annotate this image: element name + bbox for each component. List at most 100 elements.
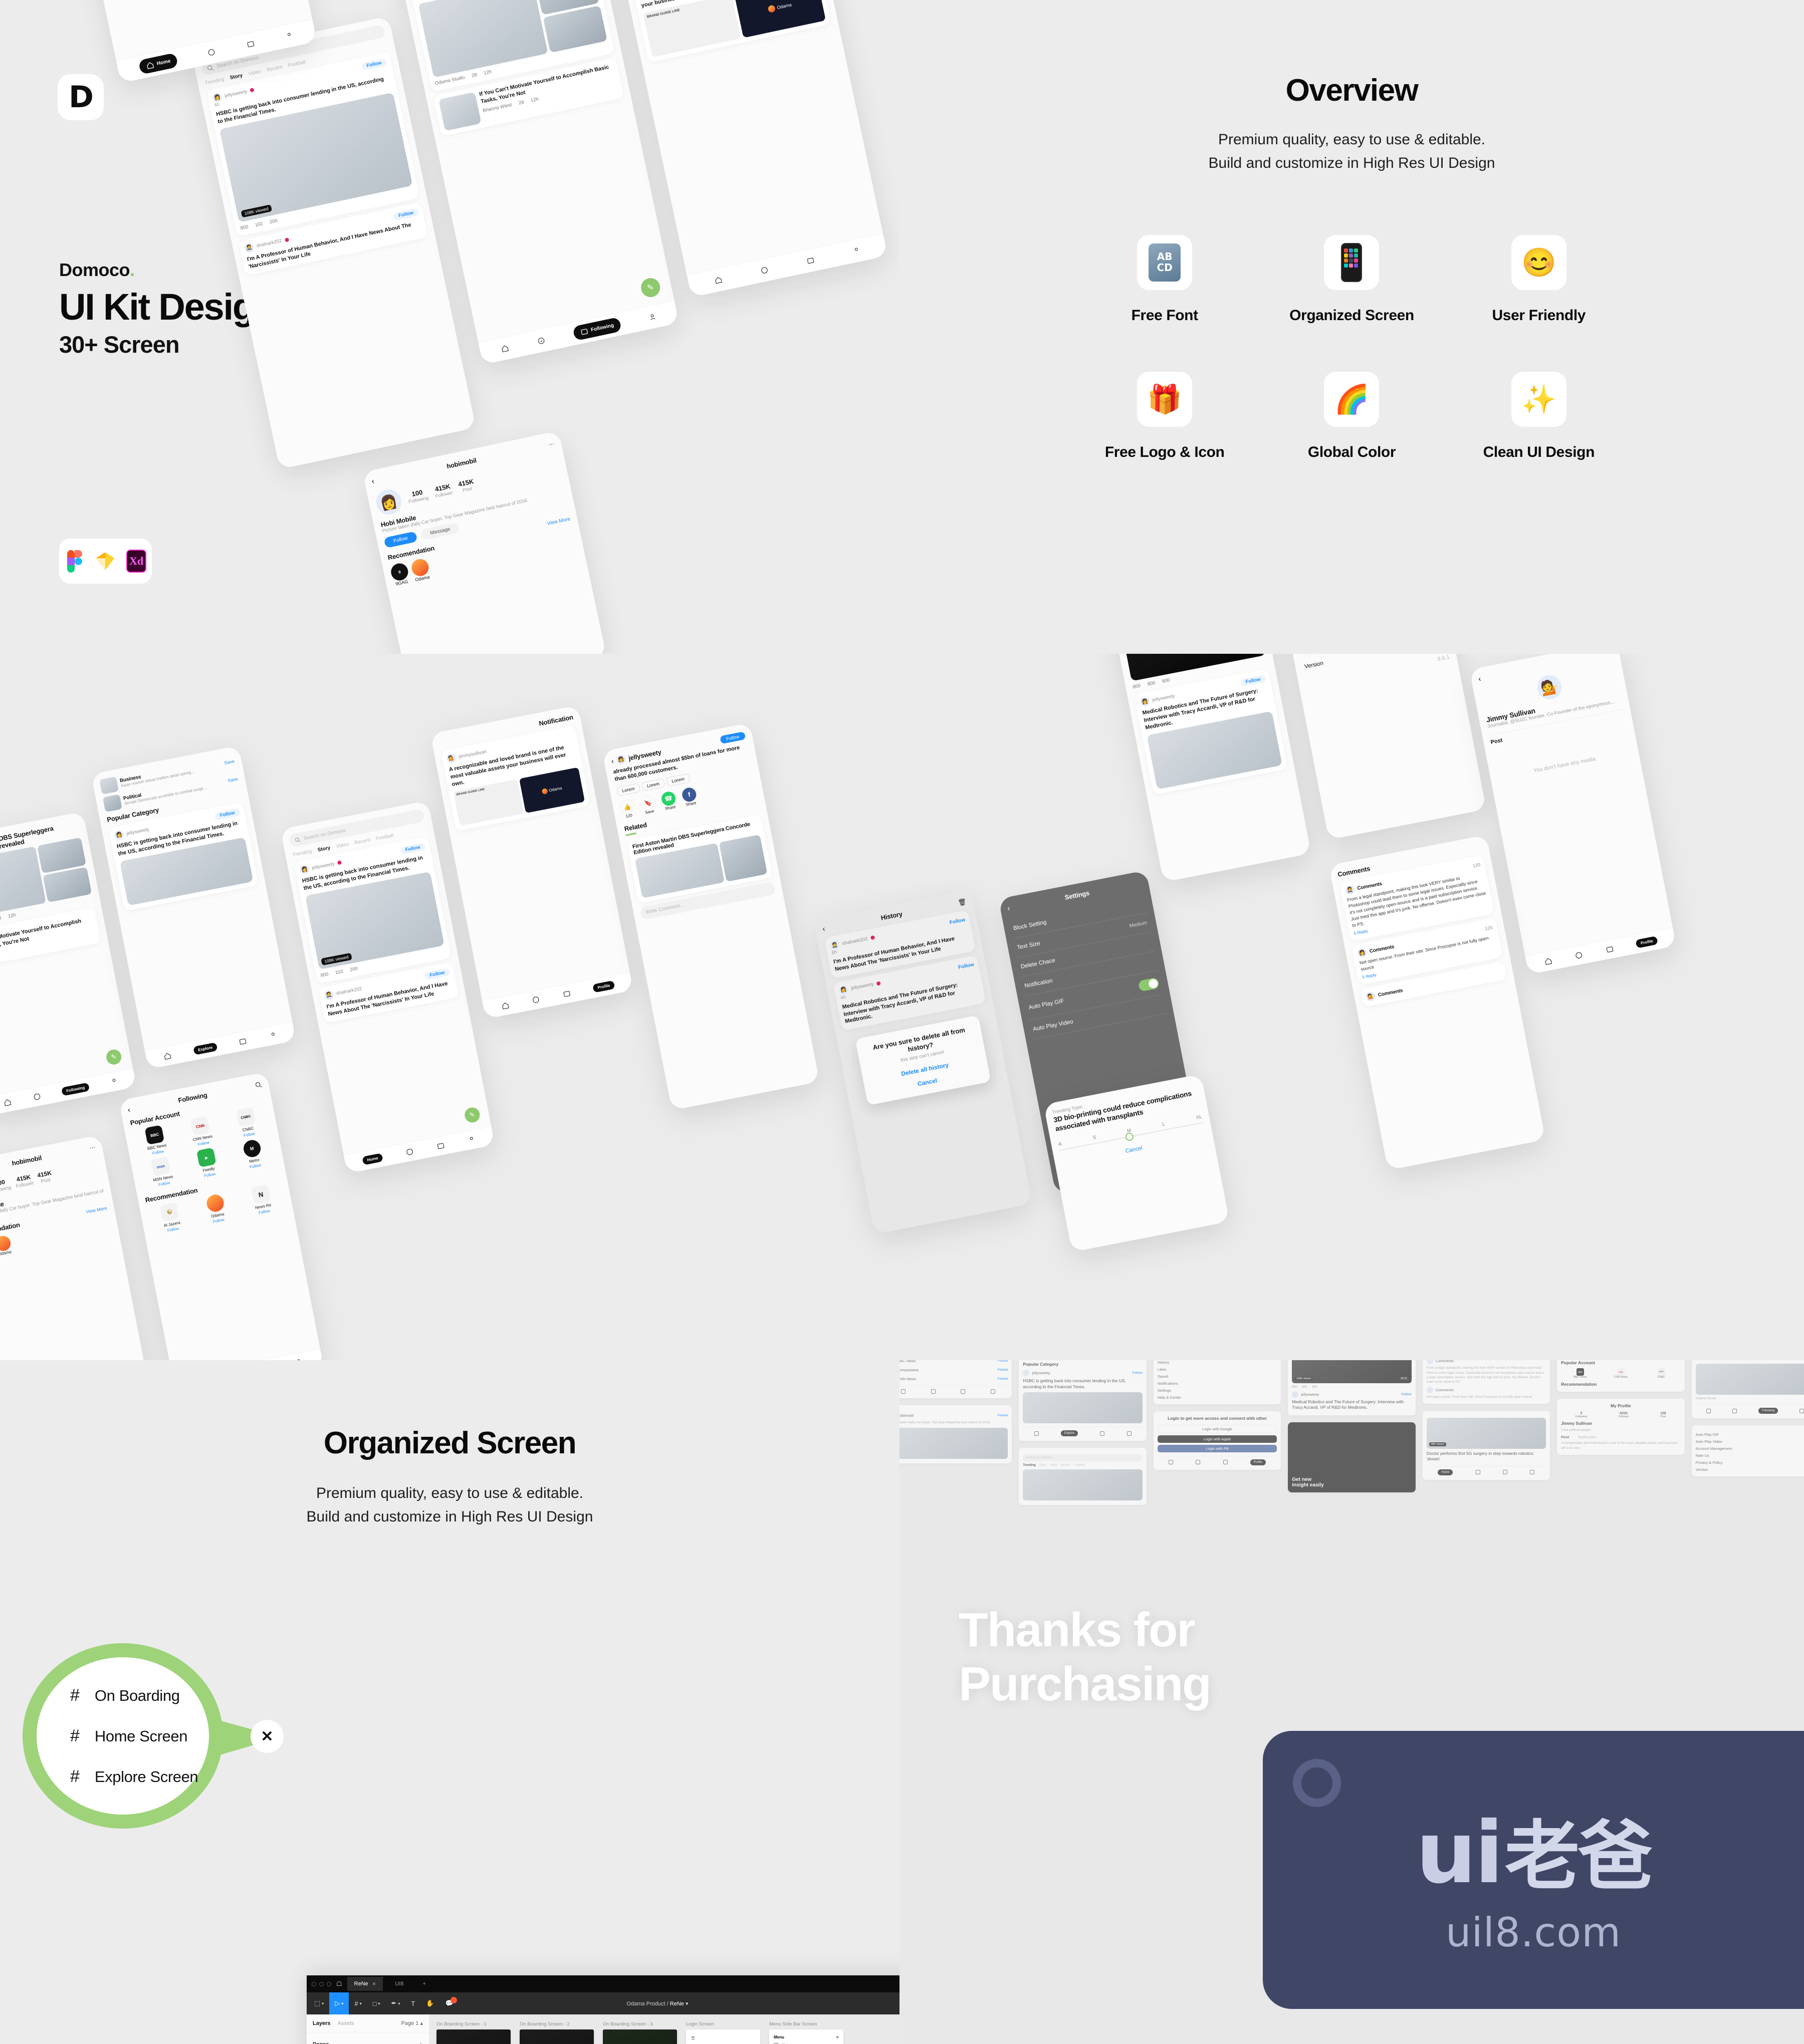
profile-icon[interactable]: [1799, 1408, 1804, 1413]
collage-tile-settings[interactable]: Auto Play GIF Auto Play Video Account Ma…: [1691, 1425, 1804, 1477]
comment-count[interactable]: 800: [1302, 1386, 1307, 1389]
tag-chip[interactable]: Lorem: [641, 778, 665, 792]
settings-row-rate-us[interactable]: Rate Us: [1696, 1453, 1804, 1458]
following-icon[interactable]: [246, 39, 256, 49]
home-icon[interactable]: [1706, 1408, 1711, 1413]
settings-row-account-management[interactable]: Account Management: [1696, 1446, 1804, 1451]
follow-button[interactable]: Follow: [424, 968, 450, 980]
menu-item-history[interactable]: History: [1158, 1360, 1277, 1365]
menu-item-notifications[interactable]: Notifications: [1158, 1381, 1277, 1386]
collage-tile-following-list[interactable]: ‹Following Popular Account BBCBBC News C…: [1557, 1360, 1685, 1392]
settings-row-autoplay-gif[interactable]: Auto Play GIF: [1696, 1432, 1804, 1437]
view-more-button[interactable]: View More: [86, 1205, 107, 1214]
collage-tile-home-trending[interactable]: Search on Domoco Trending Story Video Re…: [1019, 1448, 1147, 1505]
follow-button[interactable]: Follow: [998, 1377, 1008, 1381]
account-msn[interactable]: msn MSN News Follow: [138, 1154, 186, 1190]
breadcrumb-project[interactable]: Odama Product: [627, 2001, 665, 2007]
breadcrumb-file[interactable]: ReNe: [670, 2001, 684, 2007]
tab-notification[interactable]: Notification: [1578, 1435, 1597, 1439]
frame-label[interactable]: On Boarding Screen - 1: [436, 2021, 511, 2027]
close-icon[interactable]: ✕: [251, 1720, 284, 1753]
explore-icon[interactable]: [1475, 1470, 1480, 1475]
tag-chip[interactable]: Lorem: [616, 783, 640, 797]
follow-button[interactable]: Follow: [393, 208, 419, 221]
follow-button[interactable]: Follow: [152, 1149, 164, 1155]
collage-tile-onboarding[interactable]: Get new insight easily: [1288, 1422, 1416, 1492]
bottom-nav[interactable]: Profile: [1525, 927, 1677, 975]
follow-button[interactable]: Follow: [720, 731, 746, 744]
home-icon[interactable]: [1034, 1431, 1039, 1436]
follow-button[interactable]: Follow: [1240, 674, 1266, 687]
comment-count[interactable]: 102: [255, 221, 264, 228]
profile-icon[interactable]: [1530, 1470, 1535, 1475]
account-metro[interactable]: M Metro Follow: [229, 1136, 277, 1173]
account-cnn[interactable]: CNN CNN News Follow: [177, 1114, 225, 1150]
feed-post-card[interactable]: 👩 jellysweety Follow Medical Robotics an…: [1134, 668, 1288, 795]
account-row[interactable]: BBC News Follow: [899, 1360, 1008, 1364]
explore-icon[interactable]: [206, 47, 216, 57]
close-icon[interactable]: ✕: [836, 2035, 839, 2039]
tab-ui8[interactable]: UI8: [388, 1977, 410, 1991]
close-icon[interactable]: ✕: [372, 1981, 376, 1987]
save-button[interactable]: Save: [224, 758, 235, 765]
move-tool[interactable]: ⬚ ▾: [309, 1992, 329, 2014]
menu-item-saved[interactable]: Saved: [1158, 1374, 1277, 1379]
like-count[interactable]: 120: [1472, 862, 1481, 869]
tab-video[interactable]: Video: [1050, 1464, 1057, 1467]
explore-icon[interactable]: [531, 995, 541, 1005]
chevron-down-icon[interactable]: ▾: [686, 2001, 689, 2007]
menu-item-history[interactable]: History: [774, 2039, 839, 2044]
back-icon[interactable]: ‹: [127, 1106, 131, 1115]
explore-icon[interactable]: [404, 1147, 414, 1157]
tab-assets[interactable]: Assets: [337, 2020, 354, 2026]
new-tab-button[interactable]: +: [415, 1977, 432, 1991]
profile-icon[interactable]: [647, 312, 657, 322]
size-xl[interactable]: XL: [1196, 1114, 1203, 1121]
tab-football[interactable]: Football: [1074, 1464, 1084, 1467]
frame-label[interactable]: On Boarding Screen - 2: [520, 2021, 594, 2027]
share-facebook-button[interactable]: f Share: [681, 786, 699, 808]
bottom-nav[interactable]: Explore: [1023, 1427, 1143, 1437]
settings-row-autoplay-video[interactable]: Auto Play Video: [1696, 1439, 1804, 1444]
home-icon[interactable]: [500, 344, 510, 354]
canvas-frame-onboarding-3[interactable]: On Boarding Screen - 3 D Grasp the infor…: [603, 2021, 677, 2044]
follow-button[interactable]: Follow: [197, 1140, 209, 1147]
tab-video[interactable]: Video: [336, 842, 349, 850]
tab-trending[interactable]: Trending: [1023, 1464, 1035, 1467]
following-icon[interactable]: [961, 1389, 966, 1394]
menu-item-likes[interactable]: Likes: [1158, 1367, 1277, 1372]
hand-tool[interactable]: ✋: [420, 1992, 439, 2014]
explore-icon[interactable]: [1732, 1408, 1737, 1413]
tab-recent[interactable]: Recent: [1061, 1464, 1070, 1467]
home-icon[interactable]: ☖: [336, 1980, 342, 1988]
follow-button[interactable]: Follow: [1132, 1371, 1143, 1375]
collage-tile-article[interactable]: First Aston Martin DBS Superleggera Conc…: [1691, 1360, 1804, 1419]
bottom-nav[interactable]: Profile: [482, 971, 633, 1019]
nav-following-active[interactable]: Following: [572, 317, 622, 341]
window-controls[interactable]: [312, 1981, 331, 1986]
home-icon[interactable]: [1169, 1460, 1174, 1465]
account-feedly[interactable]: ▸ Feedly Follow: [183, 1145, 232, 1181]
feed-post-card[interactable]: 👩 jellysweety Follow HSBC is getting bac…: [294, 836, 452, 984]
tab-story[interactable]: Story: [1039, 1464, 1046, 1467]
following-icon[interactable]: [1223, 1460, 1228, 1465]
feed-tabs[interactable]: Trending Story Video Recent Football: [1023, 1464, 1142, 1467]
login-google-button[interactable]: Login with Google: [1157, 1424, 1277, 1433]
explore-icon[interactable]: [536, 336, 546, 346]
cursor-tool[interactable]: ▷ ▾: [329, 1992, 349, 2014]
tab-story[interactable]: Story: [317, 845, 331, 853]
profile-icon[interactable]: [851, 245, 861, 256]
follow-button[interactable]: Follow: [998, 1368, 1008, 1372]
account-row[interactable]: CNN News Follow: [899, 1376, 1008, 1382]
nav-home-active[interactable]: Home: [138, 52, 178, 75]
account-odama[interactable]: Odama: [410, 557, 431, 583]
nav-home-active[interactable]: Home: [362, 1153, 384, 1165]
account-aljazera[interactable]: ☯ Al Jazera Follow: [147, 1199, 195, 1236]
tab-video[interactable]: Video: [248, 69, 262, 77]
settings-row-privacy[interactable]: Privacy & Policy: [1696, 1460, 1804, 1465]
nav-profile-active[interactable]: Profile: [592, 980, 615, 993]
canvas-frame-onboarding-2[interactable]: On Boarding Screen - 2 D Get new insight…: [520, 2021, 594, 2044]
follow-button[interactable]: Follow: [214, 808, 241, 820]
collage-tile-video[interactable]: 108K viewed 00:15 800 800 800 jellysweet…: [1288, 1360, 1416, 1415]
comment-tool[interactable]: 💬: [440, 1992, 459, 2014]
